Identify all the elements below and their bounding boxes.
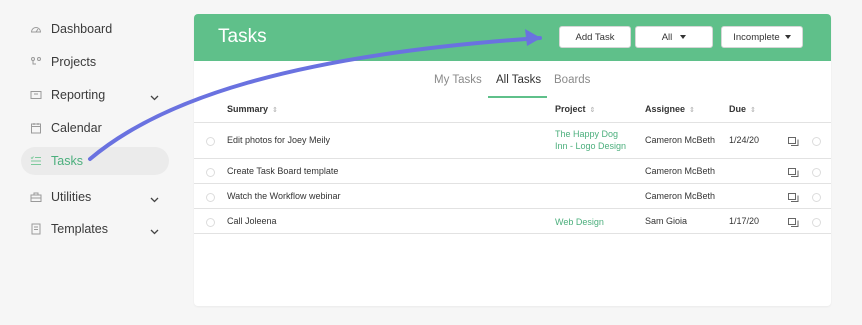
templates-icon <box>30 223 42 235</box>
comment-icon[interactable] <box>788 215 799 233</box>
sort-icon: ⇕ <box>689 107 695 114</box>
sort-icon: ⇕ <box>750 107 756 114</box>
caret-down-icon <box>680 35 687 39</box>
projects-icon <box>30 56 42 68</box>
complete-checkbox[interactable] <box>206 137 215 146</box>
task-assignee: Cameron McBeth <box>645 191 716 201</box>
sidebar-item-templates[interactable]: Templates <box>21 215 169 243</box>
sidebar-item-reporting[interactable]: Reporting <box>21 81 169 109</box>
sidebar-item-label: Templates <box>51 222 108 236</box>
task-summary[interactable]: Call Joleena <box>227 216 277 226</box>
more-options-icon[interactable] <box>812 137 821 146</box>
table-row[interactable]: Watch the Workflow webinar Cameron McBet… <box>194 184 831 209</box>
task-summary[interactable]: Create Task Board template <box>227 166 338 176</box>
filter-status-dropdown[interactable]: Incomplete <box>721 26 803 48</box>
task-due: 1/17/20 <box>729 216 760 226</box>
more-options-icon[interactable] <box>812 193 821 202</box>
task-project[interactable]: The Happy Dog Inn - Logo Design <box>555 128 626 152</box>
tab-boards[interactable]: Boards <box>554 74 590 86</box>
comment-icon[interactable] <box>788 134 799 152</box>
utilities-icon <box>30 191 42 203</box>
tabs: My Tasks All Tasks Boards <box>194 70 831 98</box>
tab-all-tasks[interactable]: All Tasks <box>496 74 541 86</box>
sidebar-item-label: Tasks <box>51 154 83 168</box>
column-due[interactable]: Due ⇕ <box>729 104 756 114</box>
sidebar-item-utilities[interactable]: Utilities <box>21 183 169 211</box>
add-task-button[interactable]: Add Task <box>559 26 631 48</box>
caret-down-icon <box>784 35 791 39</box>
dashboard-icon <box>30 23 42 35</box>
calendar-icon <box>30 122 42 134</box>
complete-checkbox[interactable] <box>206 168 215 177</box>
comment-icon[interactable] <box>788 165 799 183</box>
reporting-icon <box>30 89 42 101</box>
sidebar-item-calendar[interactable]: Calendar <box>21 114 169 142</box>
sidebar-item-projects[interactable]: Projects <box>21 48 169 76</box>
filter-all-label: All <box>661 31 673 43</box>
tasks-icon <box>30 155 42 167</box>
task-assignee: Sam Gioia <box>645 216 688 226</box>
complete-checkbox[interactable] <box>206 193 215 202</box>
filter-status-label: Incomplete <box>733 31 780 43</box>
sidebar-item-label: Dashboard <box>51 22 113 36</box>
comment-icon[interactable] <box>788 190 799 208</box>
column-project[interactable]: Project ⇕ <box>555 104 595 114</box>
column-summary[interactable]: Summary ⇕ <box>227 104 278 114</box>
table-row[interactable]: Create Task Board template Cameron McBet… <box>194 159 831 184</box>
task-assignee: Cameron McBeth <box>645 135 716 145</box>
sort-icon: ⇕ <box>272 107 278 114</box>
sidebar-item-tasks[interactable]: Tasks <box>21 147 169 175</box>
chevron-down-icon[interactable] <box>150 192 159 206</box>
filter-all-dropdown[interactable]: All <box>635 26 713 48</box>
task-due: 1/24/20 <box>729 135 760 145</box>
page-title: Tasks <box>218 26 267 47</box>
tab-my-tasks[interactable]: My Tasks <box>434 74 482 86</box>
table-header: Summary ⇕ Project ⇕ Assignee ⇕ Due ⇕ <box>194 98 831 123</box>
sidebar-item-label: Reporting <box>51 88 106 102</box>
column-assignee[interactable]: Assignee ⇕ <box>645 104 695 114</box>
chevron-down-icon[interactable] <box>150 224 159 238</box>
sidebar-item-dashboard[interactable]: Dashboard <box>21 15 169 43</box>
task-summary[interactable]: Watch the Workflow webinar <box>227 191 341 201</box>
task-assignee: Cameron McBeth <box>645 166 716 176</box>
panel-header: Tasks Add Task All Incomplete <box>194 14 831 61</box>
complete-checkbox[interactable] <box>206 218 215 227</box>
tasks-panel: Tasks Add Task All Incomplete My Tasks A… <box>194 14 831 306</box>
task-summary[interactable]: Edit photos for Joey Meily <box>227 135 330 145</box>
table-row[interactable]: Edit photos for Joey Meily The Happy Dog… <box>194 122 831 159</box>
task-project[interactable]: Web Design <box>555 216 604 228</box>
chevron-down-icon[interactable] <box>150 90 159 104</box>
sidebar: Dashboard Projects Reporting Calendar Ta… <box>0 0 185 325</box>
more-options-icon[interactable] <box>812 218 821 227</box>
sidebar-item-label: Projects <box>51 55 97 69</box>
sidebar-item-label: Utilities <box>51 190 92 204</box>
table-row[interactable]: Call Joleena Web Design Sam Gioia 1/17/2… <box>194 209 831 234</box>
sort-icon: ⇕ <box>589 107 596 114</box>
more-options-icon[interactable] <box>812 168 821 177</box>
sidebar-item-label: Calendar <box>51 121 102 135</box>
add-task-label: Add Task <box>575 31 615 43</box>
